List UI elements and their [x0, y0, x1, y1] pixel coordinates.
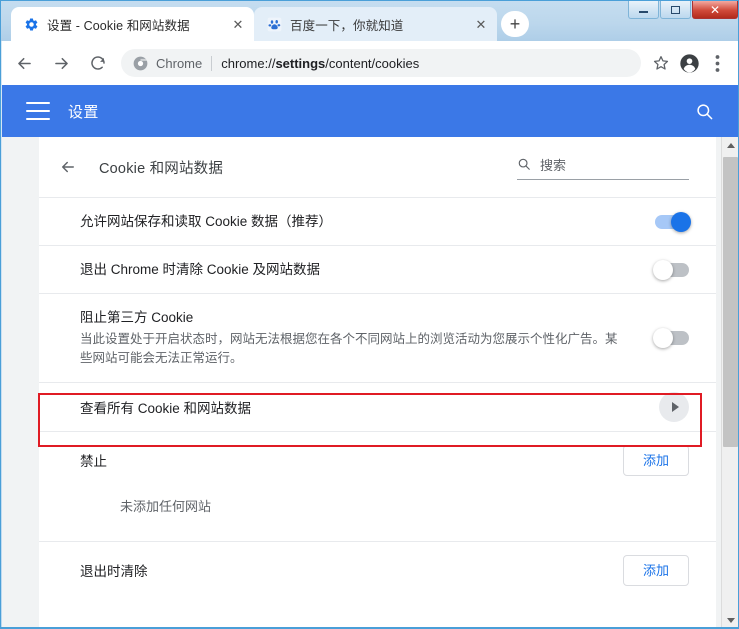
- url-bold-part: settings: [275, 56, 325, 71]
- setting-row-block-third-party[interactable]: 阻止第三方 Cookie 当此设置处于开启状态时，网站无法根据您在各个不同网站上…: [39, 293, 716, 382]
- row-text: 允许网站保存和读取 Cookie 数据（推荐）: [80, 198, 655, 245]
- setting-row-clear-on-exit[interactable]: 退出 Chrome 时清除 Cookie 及网站数据: [39, 245, 716, 293]
- exception-section-block: 禁止 添加 未添加任何网站: [39, 431, 716, 541]
- baidu-paw-icon: [266, 16, 282, 32]
- tab-title: 百度一下，你就知道: [290, 15, 463, 34]
- chevron-right-icon[interactable]: [659, 392, 689, 422]
- browser-window: 设置 - Cookie 和网站数据 ✕ 百度一下，你就知道 ✕ + ✕: [0, 0, 739, 629]
- toggle-block-third-party[interactable]: [655, 331, 689, 345]
- tab-strip: 设置 - Cookie 和网站数据 ✕ 百度一下，你就知道 ✕ + ✕: [1, 1, 739, 41]
- exception-section-clear-on-exit: 退出时清除 添加: [39, 541, 716, 598]
- view-all-cookies-row[interactable]: 查看所有 Cookie 和网站数据: [39, 383, 716, 431]
- setting-label: 阻止第三方 Cookie: [80, 308, 655, 327]
- settings-card: Cookie 和网站数据 搜索 允许网站保存和读取 Cookie 数据（推荐）: [39, 137, 716, 629]
- toggle-knob: [671, 212, 691, 232]
- setting-label: 退出 Chrome 时清除 Cookie 及网站数据: [80, 260, 655, 279]
- right-gutter: [716, 137, 739, 629]
- setting-description: 当此设置处于开启状态时，网站无法根据您在各个不同网站上的浏览活动为您展示个性化广…: [80, 330, 620, 368]
- hamburger-icon[interactable]: [26, 102, 50, 120]
- reload-icon[interactable]: [83, 48, 113, 78]
- url-prefix: chrome://: [221, 56, 275, 71]
- close-button[interactable]: ✕: [692, 1, 738, 19]
- toggle-clear-on-exit[interactable]: [655, 263, 689, 277]
- section-title: Cookie 和网站数据: [99, 157, 223, 178]
- tab-close-icon[interactable]: ✕: [473, 16, 489, 32]
- section-title-block: 禁止: [80, 450, 623, 470]
- tab-title: 设置 - Cookie 和网站数据: [47, 15, 220, 34]
- window-controls: ✕: [627, 1, 738, 19]
- section-title-clear-on-exit: 退出时清除: [80, 560, 623, 580]
- star-icon[interactable]: [647, 49, 675, 77]
- search-placeholder: 搜索: [540, 155, 566, 174]
- three-dot-menu-icon[interactable]: [703, 49, 731, 77]
- scrollbar-thumb[interactable]: [723, 157, 738, 447]
- new-tab-button[interactable]: +: [501, 11, 529, 37]
- section-header-block: 禁止 添加: [80, 432, 689, 488]
- scroll-up-arrow-icon[interactable]: [722, 137, 739, 154]
- row-text: 退出 Chrome 时清除 Cookie 及网站数据: [80, 246, 655, 293]
- back-arrow-icon[interactable]: [55, 154, 81, 180]
- omnibox-url: chrome://settings/content/cookies: [221, 56, 419, 71]
- page-scrollbar[interactable]: [721, 137, 738, 629]
- minimize-button[interactable]: [628, 1, 659, 19]
- forward-arrow-icon[interactable]: [46, 48, 76, 78]
- maximize-button[interactable]: [660, 1, 691, 19]
- profile-avatar-icon[interactable]: [675, 49, 703, 77]
- url-suffix: /content/cookies: [325, 56, 419, 71]
- toggle-knob: [653, 260, 673, 280]
- setting-row-allow-cookies[interactable]: 允许网站保存和读取 Cookie 数据（推荐）: [39, 197, 716, 245]
- tab-close-icon[interactable]: ✕: [230, 16, 246, 32]
- settings-content-area: Cookie 和网站数据 搜索 允许网站保存和读取 Cookie 数据（推荐）: [2, 137, 739, 629]
- section-subheader: Cookie 和网站数据 搜索: [39, 137, 716, 197]
- view-all-cookies-row-wrapper: 查看所有 Cookie 和网站数据: [39, 382, 716, 431]
- page-title: 设置: [68, 101, 99, 122]
- view-all-label: 查看所有 Cookie 和网站数据: [80, 383, 659, 431]
- browser-toolbar: Chrome chrome://settings/content/cookies: [2, 41, 739, 85]
- search-icon: [517, 157, 532, 172]
- browser-tab-settings[interactable]: 设置 - Cookie 和网站数据 ✕: [11, 7, 254, 41]
- section-header-clear-on-exit: 退出时清除 添加: [80, 542, 689, 598]
- chrome-logo-icon: [133, 56, 148, 71]
- address-bar[interactable]: Chrome chrome://settings/content/cookies: [121, 49, 641, 77]
- window-bottom-edge: [1, 627, 739, 628]
- browser-tab-baidu[interactable]: 百度一下，你就知道 ✕: [254, 7, 497, 41]
- back-arrow-icon[interactable]: [9, 48, 39, 78]
- left-gutter: [2, 137, 39, 629]
- search-input[interactable]: 搜索: [517, 155, 689, 180]
- add-button-block[interactable]: 添加: [623, 445, 689, 476]
- toggle-knob: [653, 328, 673, 348]
- omnibox-divider: [211, 56, 212, 71]
- add-button-clear-on-exit[interactable]: 添加: [623, 555, 689, 586]
- omnibox-scheme-label: Chrome: [156, 56, 202, 71]
- setting-label: 允许网站保存和读取 Cookie 数据（推荐）: [80, 212, 655, 231]
- search-icon[interactable]: [693, 100, 715, 122]
- gear-icon: [23, 16, 39, 32]
- empty-state-block: 未添加任何网站: [80, 488, 689, 541]
- row-text: 阻止第三方 Cookie 当此设置处于开启状态时，网站无法根据您在各个不同网站上…: [80, 294, 655, 382]
- toggle-allow-cookies[interactable]: [655, 215, 689, 229]
- settings-header-bar: 设置: [2, 85, 739, 137]
